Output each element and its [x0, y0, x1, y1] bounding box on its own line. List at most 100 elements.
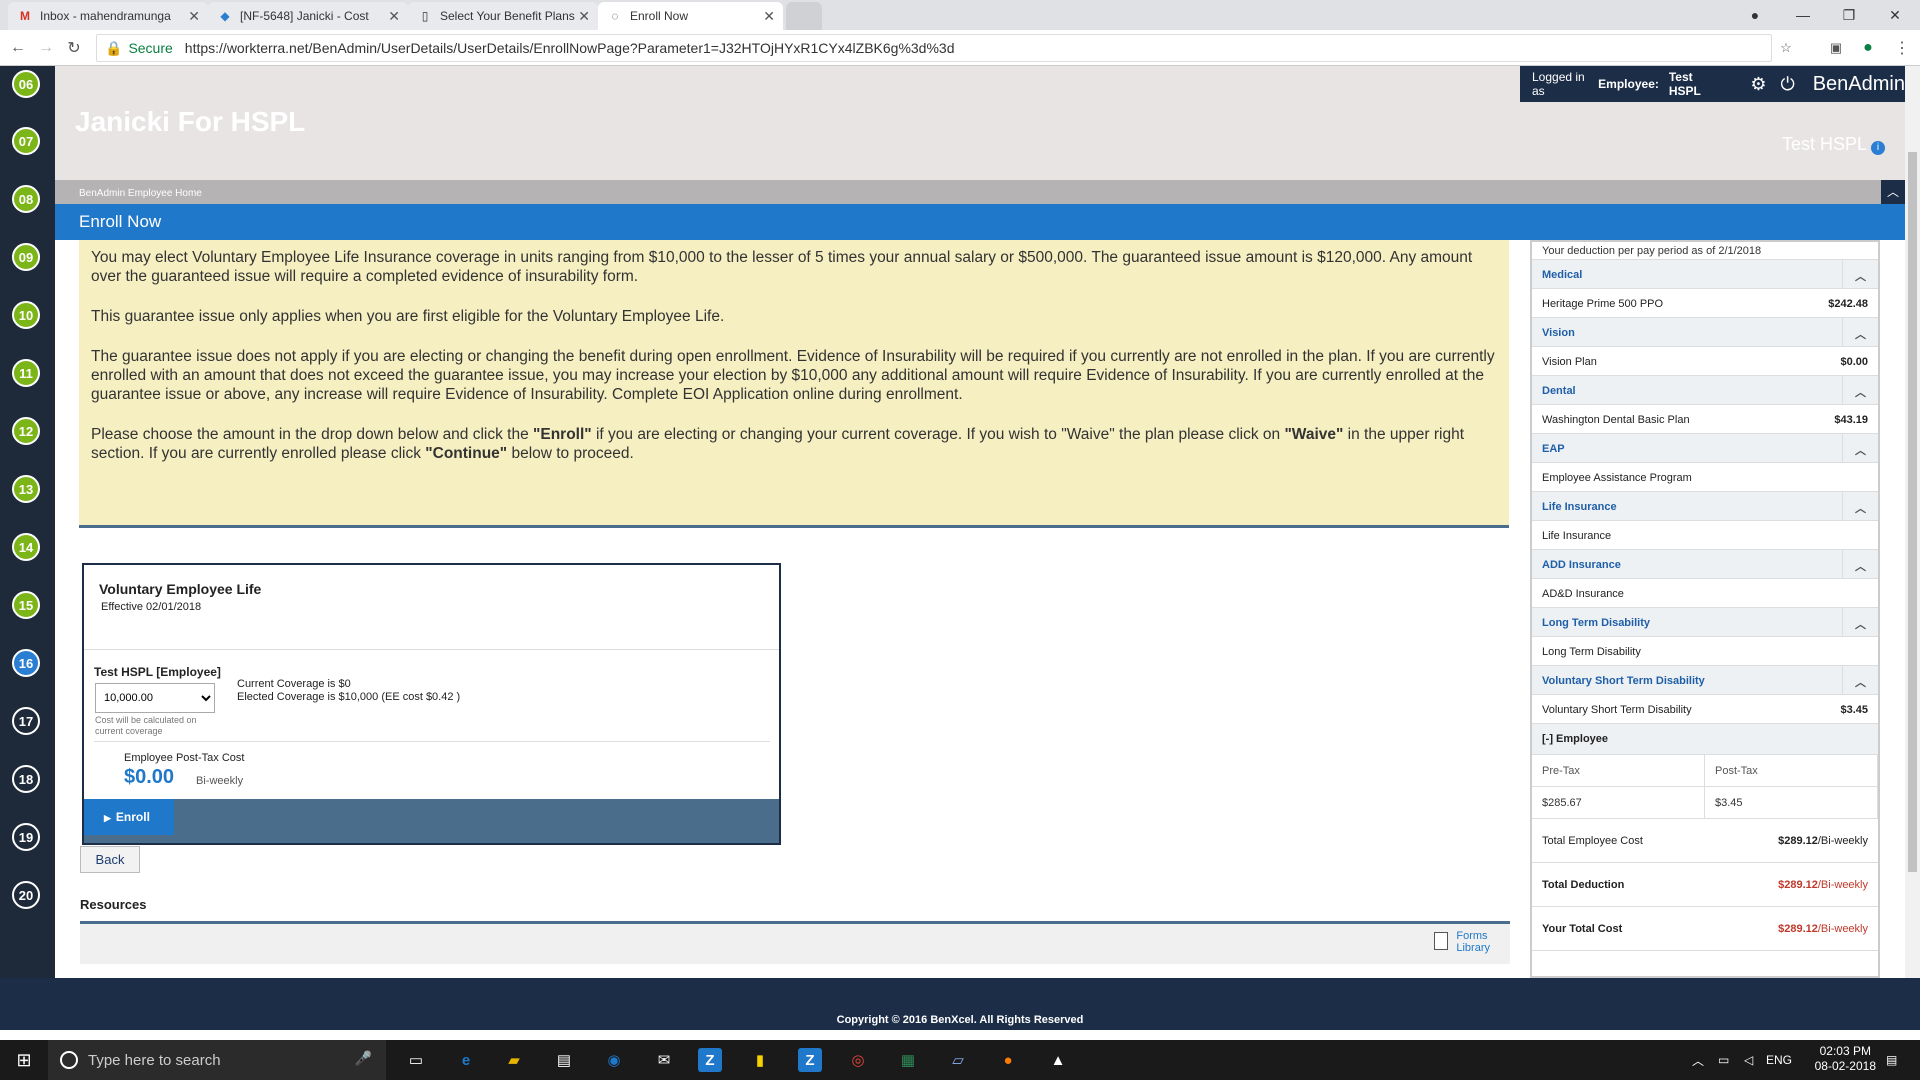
back-arrow-icon[interactable]: ←	[6, 36, 30, 60]
spreadsheet-icon[interactable]: ▦	[896, 1048, 920, 1072]
enroll-button[interactable]: ▶ Enroll	[84, 799, 174, 835]
chevron-up-icon[interactable]: ︿	[1842, 318, 1878, 346]
tab-benefit-plans[interactable]: ▯ Select Your Benefit Plans ✕	[408, 2, 598, 30]
profile-icon[interactable]: ●	[1732, 0, 1778, 30]
section-long-term-disability[interactable]: Long Term Disability ︿	[1532, 608, 1878, 637]
taskbar-search[interactable]: Type here to search 🎤	[48, 1040, 386, 1080]
minimize-icon[interactable]: —	[1780, 0, 1826, 30]
coverage-amount-select[interactable]: 10,000.00	[95, 683, 215, 713]
breadcrumb-home[interactable]: BenAdmin Employee Home	[79, 188, 202, 199]
scrollbar-thumb[interactable]	[1908, 152, 1917, 872]
close-tab-icon[interactable]: ✕	[188, 8, 200, 25]
step-number[interactable]: 08	[12, 185, 40, 213]
step-number[interactable]: 17	[12, 707, 40, 735]
step-number[interactable]: 07	[12, 127, 40, 155]
plan-row: Voluntary Short Term Disability $3.45	[1532, 695, 1878, 724]
extension-icon[interactable]: ●	[1856, 36, 1880, 60]
file-explorer-icon[interactable]: ▰	[502, 1048, 526, 1072]
browser-tab-strip: M Inbox - mahendramunga ✕ ◆ [NF-5648] Janic…	[0, 0, 1920, 30]
url-bar[interactable]: 🔒 Secure https://workterra.net/BenAdmin/…	[96, 34, 1772, 62]
cortana-icon	[60, 1051, 78, 1069]
step-number[interactable]: 09	[12, 243, 40, 271]
chevron-up-icon[interactable]: ︿	[1842, 260, 1878, 288]
employee-toggle[interactable]: [-] Employee	[1532, 724, 1878, 755]
sticky-notes-icon[interactable]: ▮	[748, 1048, 772, 1072]
step-number[interactable]: 14	[12, 533, 40, 561]
chevron-up-icon[interactable]: ︿	[1842, 550, 1878, 578]
new-tab-button[interactable]	[786, 2, 822, 30]
language-indicator[interactable]: ENG	[1766, 1040, 1792, 1080]
step-number[interactable]: 18	[12, 765, 40, 793]
section-vision[interactable]: Vision ︿	[1532, 318, 1878, 347]
tray-up-arrow-icon[interactable]: ︿	[1692, 1040, 1704, 1080]
volume-icon[interactable]: ◁	[1744, 1040, 1753, 1080]
restore-icon[interactable]: ❐	[1826, 0, 1872, 30]
section-medical[interactable]: Medical ︿	[1532, 260, 1878, 289]
firefox-icon[interactable]: ●	[996, 1048, 1020, 1072]
network-icon[interactable]: ▭	[1718, 1040, 1729, 1080]
microphone-icon[interactable]: 🎤	[355, 1050, 372, 1067]
step-number[interactable]: 15	[12, 591, 40, 619]
extension-icon[interactable]: ▣	[1824, 36, 1848, 60]
forms-library-link[interactable]: Forms Library	[1434, 930, 1490, 954]
chevron-up-icon[interactable]: ︿	[1842, 434, 1878, 462]
mail-icon[interactable]: ✉	[652, 1048, 676, 1072]
app-header: Janicki For HSPL Logged in as Employee: …	[55, 66, 1905, 180]
info-icon[interactable]: i	[1871, 141, 1885, 155]
step-number[interactable]: 12	[12, 417, 40, 445]
close-tab-icon[interactable]: ✕	[578, 8, 590, 25]
notification-icon[interactable]: ▤	[1886, 1040, 1897, 1080]
chevron-up-icon[interactable]: ︿	[1842, 492, 1878, 520]
photos-icon[interactable]: ▲	[1046, 1048, 1070, 1072]
card-footer: ▶ Enroll	[84, 799, 779, 843]
section-dental[interactable]: Dental ︿	[1532, 376, 1878, 405]
instructions-notice: You may elect Voluntary Employee Life In…	[79, 240, 1509, 528]
clock[interactable]: 02:03 PM 08-02-2018	[1815, 1044, 1876, 1074]
step-number[interactable]: 11	[12, 359, 40, 387]
step-number[interactable]: 10	[12, 301, 40, 329]
edge-icon[interactable]: e	[454, 1048, 478, 1072]
chevron-up-icon[interactable]: ︿	[1881, 180, 1905, 204]
section-life-insurance[interactable]: Life Insurance ︿	[1532, 492, 1878, 521]
menu-icon[interactable]: ⋮	[1890, 36, 1914, 60]
store-icon[interactable]: ▤	[552, 1048, 576, 1072]
user-name: Test HSPL i	[1782, 134, 1885, 155]
scrollbar[interactable]	[1905, 66, 1920, 1030]
section-eap[interactable]: EAP ︿	[1532, 434, 1878, 463]
power-icon[interactable]: ⏻	[1780, 74, 1794, 95]
zoom-icon[interactable]: Z	[698, 1048, 722, 1072]
tab-jira[interactable]: ◆ [NF-5648] Janicki - Cost ✕	[208, 2, 408, 30]
step-number[interactable]: 06	[12, 70, 40, 98]
section-add-insurance[interactable]: ADD Insurance ︿	[1532, 550, 1878, 579]
gear-icon[interactable]: ⚙	[1750, 74, 1766, 95]
notepad-icon[interactable]: ▱	[946, 1048, 970, 1072]
step-number[interactable]: 19	[12, 823, 40, 851]
chrome-icon[interactable]: ◎	[846, 1048, 870, 1072]
step-number-current[interactable]: 16	[12, 649, 40, 677]
chevron-up-icon[interactable]: ︿	[1842, 608, 1878, 636]
zoom-icon[interactable]: Z	[798, 1048, 822, 1072]
windows-start-icon[interactable]: ⊞	[0, 1040, 48, 1080]
star-icon[interactable]: ☆	[1774, 36, 1798, 60]
address-bar-row: ← → ↻ 🔒 Secure https://workterra.net/Ben…	[0, 30, 1920, 66]
tab-gmail[interactable]: M Inbox - mahendramunga ✕	[8, 2, 208, 30]
step-number[interactable]: 20	[12, 881, 40, 909]
employee-name: Test HSPL [Employee]	[94, 665, 221, 679]
back-button[interactable]: Back	[80, 846, 140, 873]
tab-enroll-now[interactable]: ◌ Enroll Now ✕	[598, 2, 783, 30]
chevron-up-icon[interactable]: ︿	[1842, 376, 1878, 404]
deduction-as-of: Your deduction per pay period as of 2/1/…	[1532, 242, 1878, 260]
step-number[interactable]: 13	[12, 475, 40, 503]
chevron-up-icon[interactable]: ︿	[1842, 666, 1878, 694]
forward-arrow-icon[interactable]: →	[34, 36, 58, 60]
close-window-icon[interactable]: ✕	[1872, 0, 1918, 30]
section-voluntary-std[interactable]: Voluntary Short Term Disability ︿	[1532, 666, 1878, 695]
plan-row: Heritage Prime 500 PPO $242.48	[1532, 289, 1878, 318]
plan-row: Washington Dental Basic Plan $43.19	[1532, 405, 1878, 434]
skype-icon[interactable]: ◉	[602, 1048, 626, 1072]
document-icon	[1434, 932, 1449, 950]
reload-icon[interactable]: ↻	[62, 36, 86, 60]
close-tab-icon[interactable]: ✕	[763, 8, 775, 25]
task-view-icon[interactable]: ▭	[404, 1048, 428, 1072]
close-tab-icon[interactable]: ✕	[388, 8, 400, 25]
